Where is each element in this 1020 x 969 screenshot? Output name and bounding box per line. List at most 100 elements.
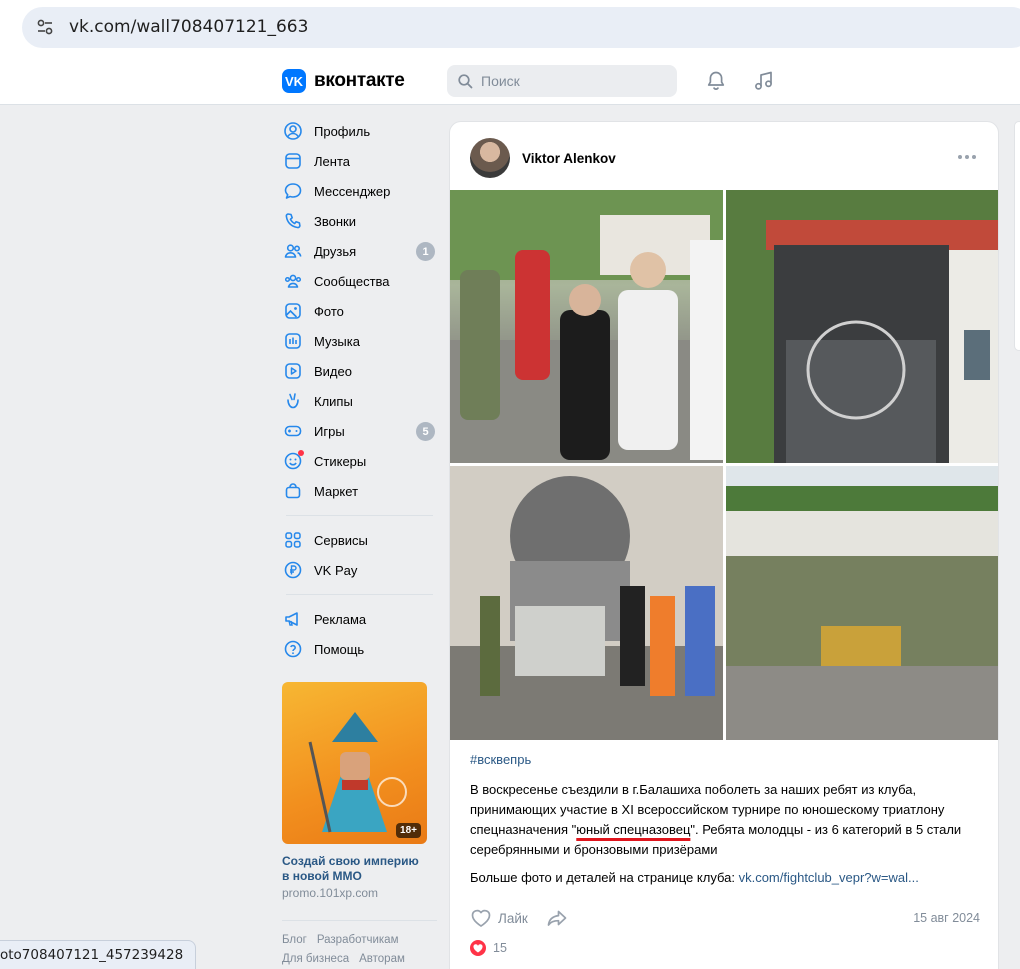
post-photo-1[interactable]: [450, 190, 723, 463]
left-sidebar: Профиль Лента Мессенджер Звонки Друзья 1…: [282, 116, 437, 969]
vkpay-icon: [282, 559, 304, 581]
sidebar-item-calls[interactable]: Звонки: [282, 206, 437, 236]
post-photo-4[interactable]: [726, 466, 998, 740]
club-link[interactable]: vk.com/fightclub_vepr?w=wal...: [739, 870, 919, 885]
post-photo-3[interactable]: [450, 466, 723, 740]
sidebar-item-communities[interactable]: Сообщества: [282, 266, 437, 296]
communities-icon: [282, 270, 304, 292]
games-icon: [282, 420, 304, 442]
footer-link-authors[interactable]: Авторам: [359, 953, 405, 965]
sidebar-item-label: Профиль: [314, 123, 371, 139]
photo-content-4: [726, 466, 998, 740]
sidebar-item-label: Мессенджер: [314, 183, 391, 199]
post-text-highlight: юный спецназовец: [576, 822, 691, 837]
post-body: #всквепрь В воскресенье съездили в г.Бал…: [470, 750, 980, 888]
post-date[interactable]: 15 авг 2024: [913, 911, 980, 925]
search-input[interactable]: [481, 73, 661, 89]
more-options-icon[interactable]: [958, 155, 976, 159]
sidebar-item-label: Стикеры: [314, 453, 367, 469]
friends-count-badge: 1: [416, 242, 435, 261]
like-button[interactable]: Лайк: [470, 908, 528, 928]
photo-content-1: [450, 190, 723, 463]
post-hashtag[interactable]: #всквепрь: [470, 750, 980, 770]
sidebar-item-clips[interactable]: Клипы: [282, 386, 437, 416]
sidebar-item-label: Игры: [314, 423, 345, 439]
sidebar-item-label: Фото: [314, 303, 344, 319]
address-bar[interactable]: vk.com/wall708407121_663: [22, 7, 1020, 48]
sidebar-item-ads[interactable]: Реклама: [282, 604, 437, 634]
ad-title[interactable]: Создай свою империю в новой MMO: [282, 854, 427, 884]
search-icon: [458, 73, 473, 88]
sidebar-ad[interactable]: 18+ Создай свою империю в новой MMO prom…: [282, 682, 437, 900]
sidebar-item-feed[interactable]: Лента: [282, 146, 437, 176]
friends-icon: [282, 240, 304, 262]
video-icon: [282, 360, 304, 382]
ads-icon: [282, 608, 304, 630]
sidebar-item-video[interactable]: Видео: [282, 356, 437, 386]
sidebar-item-messenger[interactable]: Мессенджер: [282, 176, 437, 206]
sidebar-item-label: Друзья: [314, 243, 357, 259]
help-icon: [282, 638, 304, 660]
likes-count: 15: [493, 941, 507, 955]
post-photo-2[interactable]: [726, 190, 998, 463]
vk-logo[interactable]: VK вконтакте: [282, 69, 405, 93]
sidebar-item-label: Лента: [314, 153, 350, 169]
market-icon: [282, 480, 304, 502]
sidebar-item-music[interactable]: Музыка: [282, 326, 437, 356]
phone-icon: [282, 210, 304, 232]
music-icon: [282, 330, 304, 352]
music-icon[interactable]: [752, 69, 776, 93]
sidebar-item-stickers[interactable]: Стикеры: [282, 446, 437, 476]
heart-reaction-icon: [470, 940, 486, 956]
sidebar-item-vkpay[interactable]: VK Pay: [282, 555, 437, 585]
feed-icon: [282, 150, 304, 172]
ad-illustration: [308, 712, 407, 833]
avatar[interactable]: [470, 138, 510, 178]
ad-image[interactable]: 18+: [282, 682, 427, 844]
reactions-summary[interactable]: 15: [470, 940, 507, 956]
services-icon: [282, 529, 304, 551]
post-photo-grid: [450, 190, 998, 740]
ad-domain: promo.101xp.com: [282, 886, 379, 900]
search-box[interactable]: [447, 65, 677, 97]
url-text[interactable]: vk.com/wall708407121_663: [69, 17, 308, 37]
right-panel-edge: [1014, 121, 1020, 351]
clips-icon: [282, 390, 304, 412]
sidebar-item-games[interactable]: Игры 5: [282, 416, 437, 446]
post-header: Viktor Alenkov: [470, 138, 616, 178]
sidebar-item-market[interactable]: Маркет: [282, 476, 437, 506]
sidebar-item-services[interactable]: Сервисы: [282, 525, 437, 555]
sidebar-item-help[interactable]: Помощь: [282, 634, 437, 664]
post-more-prefix: Больше фото и деталей на странице клуба:: [470, 870, 739, 885]
photo-icon: [282, 300, 304, 322]
vk-logo-text: вконтакте: [314, 70, 405, 91]
notification-dot: [298, 450, 304, 456]
footer-link-business[interactable]: Для бизнеса: [282, 953, 349, 965]
age-rating-badge: 18+: [396, 823, 421, 838]
sidebar-item-label: Клипы: [314, 393, 353, 409]
post-more-line: Больше фото и деталей на странице клуба:…: [470, 868, 980, 888]
site-settings-icon[interactable]: [36, 18, 54, 36]
link-status-bar: oto708407121_457239428: [0, 940, 197, 969]
browser-toolbar: vk.com/wall708407121_663: [0, 0, 1020, 56]
share-icon: [547, 910, 567, 926]
footer-link-developers[interactable]: Разработчикам: [317, 934, 399, 946]
sidebar-item-label: Маркет: [314, 483, 359, 499]
share-button[interactable]: [546, 908, 568, 928]
post-author[interactable]: Viktor Alenkov: [522, 151, 616, 166]
heart-icon: [471, 909, 491, 927]
wall-post: Viktor Alenkov #всквепрь В воскресенье с…: [449, 121, 999, 969]
stickers-icon: [282, 450, 304, 472]
sidebar-item-profile[interactable]: Профиль: [282, 116, 437, 146]
sidebar-item-label: Видео: [314, 363, 352, 379]
sidebar-item-photos[interactable]: Фото: [282, 296, 437, 326]
vk-logo-mark: VK: [282, 69, 306, 93]
profile-icon: [282, 120, 304, 142]
sidebar-item-friends[interactable]: Друзья 1: [282, 236, 437, 266]
sidebar-divider: [286, 594, 433, 595]
bell-icon[interactable]: [704, 69, 728, 93]
footer-link-blog[interactable]: Блог: [282, 934, 307, 946]
sidebar-item-label: Звонки: [314, 213, 356, 229]
messenger-icon: [282, 180, 304, 202]
sidebar-item-label: Помощь: [314, 641, 365, 657]
